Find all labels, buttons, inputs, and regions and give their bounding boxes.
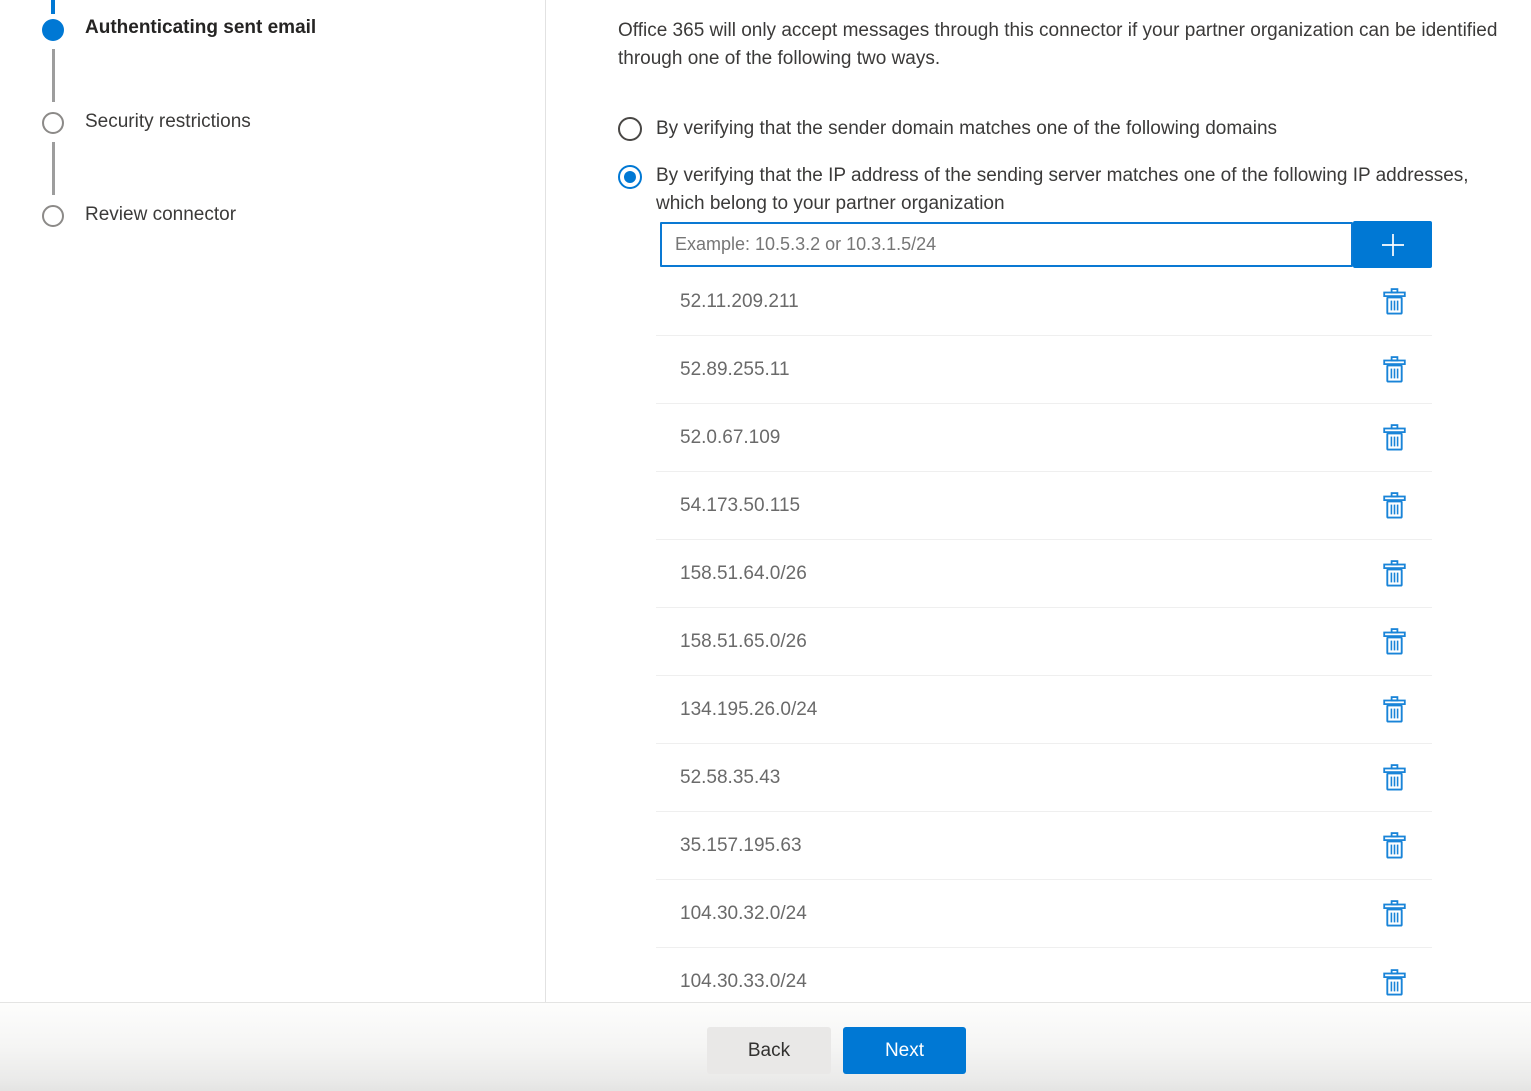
delete-ip-button[interactable] [1379, 965, 1410, 1000]
ip-list-item: 104.30.32.0/24 [656, 880, 1432, 948]
stepper-connector [52, 142, 55, 195]
step-upcoming-circle [42, 112, 64, 134]
delete-ip-button[interactable] [1379, 624, 1410, 659]
ip-address-list: 52.11.209.211 52.89.255.11 [656, 268, 1432, 1002]
trash-icon [1383, 424, 1406, 451]
delete-ip-button[interactable] [1379, 760, 1410, 795]
trash-icon [1383, 492, 1406, 519]
ip-address-value: 134.195.26.0/24 [656, 699, 1379, 721]
wizard-stepper-pane: Authenticating sent email Security restr… [0, 0, 546, 1002]
ip-address-value: 52.0.67.109 [656, 427, 1379, 449]
ip-list-item: 104.30.33.0/24 [656, 948, 1432, 1002]
ip-address-value: 52.89.255.11 [656, 359, 1379, 381]
ip-list-item: 52.89.255.11 [656, 336, 1432, 404]
ip-list-item: 35.157.195.63 [656, 812, 1432, 880]
trash-icon [1383, 628, 1406, 655]
delete-ip-button[interactable] [1379, 896, 1410, 931]
ip-list-item: 54.173.50.115 [656, 472, 1432, 540]
ip-list-item: 52.11.209.211 [656, 268, 1432, 336]
step-label: Authenticating sent email [85, 17, 316, 39]
ip-address-value: 52.58.35.43 [656, 767, 1379, 789]
ip-list-item: 52.58.35.43 [656, 744, 1432, 812]
ip-list-item: 158.51.65.0/26 [656, 608, 1432, 676]
delete-ip-button[interactable] [1379, 828, 1410, 863]
step-label: Security restrictions [85, 111, 251, 133]
wizard-content-pane: Office 365 will only accept messages thr… [547, 0, 1531, 1002]
delete-ip-button[interactable] [1379, 352, 1410, 387]
ip-list-item: 134.195.26.0/24 [656, 676, 1432, 744]
step-upcoming-circle [42, 205, 64, 227]
delete-ip-button[interactable] [1379, 692, 1410, 727]
trash-icon [1383, 764, 1406, 791]
ip-address-value: 104.30.33.0/24 [656, 971, 1379, 993]
add-ip-button[interactable] [1353, 221, 1432, 268]
stepper-connector-top [51, 0, 55, 14]
trash-icon [1383, 288, 1406, 315]
step-current-dot [42, 19, 64, 41]
stepper-connector [52, 49, 55, 102]
wizard-footer: Back Next [0, 1002, 1531, 1091]
back-button[interactable]: Back [707, 1027, 831, 1074]
delete-ip-button[interactable] [1379, 556, 1410, 591]
delete-ip-button[interactable] [1379, 420, 1410, 455]
plus-icon [1378, 230, 1408, 260]
ip-address-value: 158.51.64.0/26 [656, 563, 1379, 585]
ip-address-value: 104.30.32.0/24 [656, 903, 1379, 925]
radio-option-sender-domain[interactable]: By verifying that the sender domain matc… [618, 117, 1486, 143]
next-button[interactable]: Next [843, 1027, 966, 1074]
trash-icon [1383, 832, 1406, 859]
trash-icon [1383, 969, 1406, 996]
ip-address-value: 35.157.195.63 [656, 835, 1379, 857]
radio-selected-icon[interactable] [618, 165, 642, 189]
radio-option-ip-address[interactable]: By verifying that the IP address of the … [618, 165, 1476, 218]
ip-address-value: 158.51.65.0/26 [656, 631, 1379, 653]
radio-option-label: By verifying that the IP address of the … [656, 162, 1476, 218]
ip-list-item: 52.0.67.109 [656, 404, 1432, 472]
radio-option-label: By verifying that the sender domain matc… [656, 115, 1486, 143]
ip-address-input[interactable] [660, 222, 1353, 267]
step-label: Review connector [85, 204, 236, 226]
trash-icon [1383, 900, 1406, 927]
trash-icon [1383, 560, 1406, 587]
intro-text: Office 365 will only accept messages thr… [618, 17, 1528, 73]
delete-ip-button[interactable] [1379, 488, 1410, 523]
delete-ip-button[interactable] [1379, 284, 1410, 319]
trash-icon [1383, 356, 1406, 383]
ip-address-value: 54.173.50.115 [656, 495, 1379, 517]
ip-list-item: 158.51.64.0/26 [656, 540, 1432, 608]
radio-unselected-icon[interactable] [618, 117, 642, 141]
trash-icon [1383, 696, 1406, 723]
ip-address-value: 52.11.209.211 [656, 291, 1379, 313]
